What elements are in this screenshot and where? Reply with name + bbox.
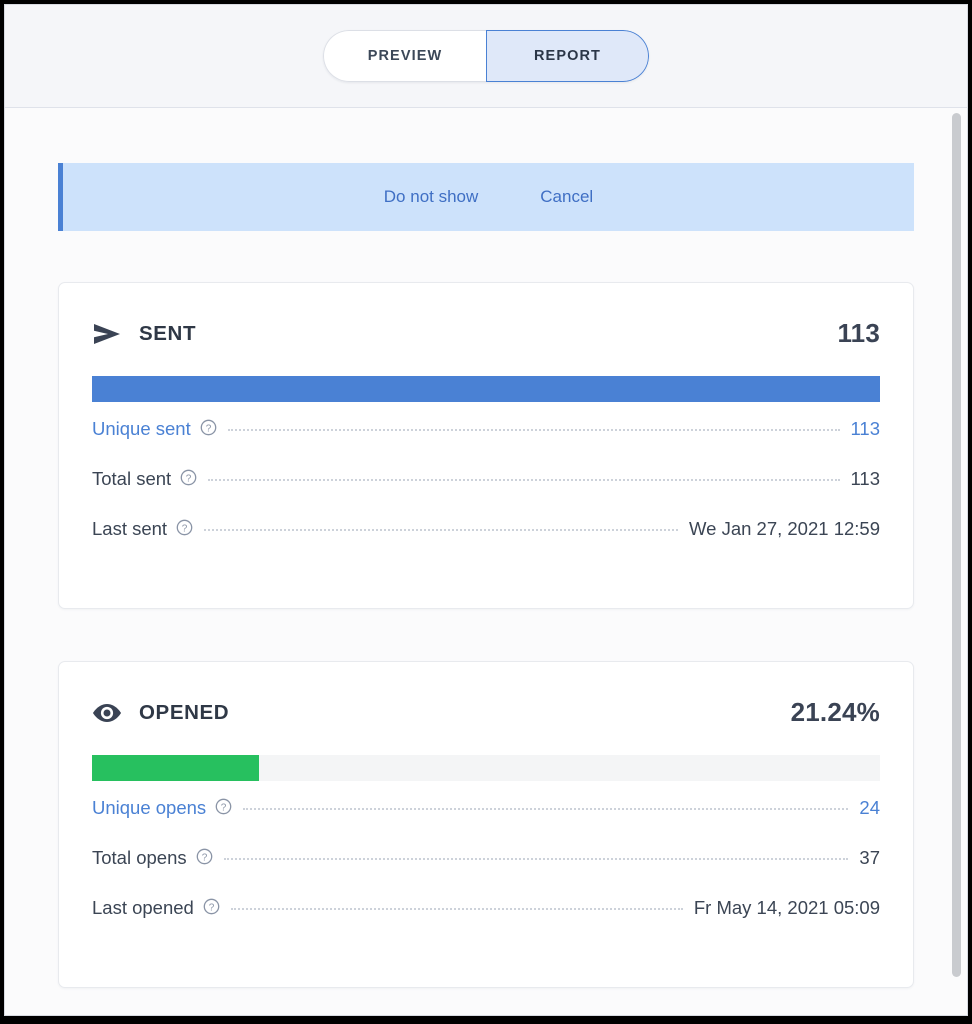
help-icon[interactable]: ?	[200, 419, 217, 436]
do-not-show-button[interactable]: Do not show	[384, 187, 479, 207]
card-title-sent: SENT	[139, 321, 197, 345]
progress-fill-opened	[92, 755, 260, 781]
leader-line	[208, 479, 840, 481]
stat-label-last-opened: Last opened	[92, 897, 194, 918]
app-frame: PREVIEW REPORT Do not show Cancel SENT 1…	[4, 4, 968, 1016]
stat-value-total-opens: 37	[859, 847, 880, 868]
stat-label-total-opens: Total opens	[92, 847, 187, 868]
eye-icon	[92, 698, 122, 728]
stat-label-total-sent: Total sent	[92, 468, 172, 489]
stat-value-last-opened: Fr May 14, 2021 05:09	[693, 897, 880, 918]
stat-row-unique-opens: Unique opens ? 24	[92, 797, 880, 847]
help-icon[interactable]: ?	[215, 798, 232, 815]
help-icon[interactable]: ?	[176, 519, 193, 536]
stat-value-unique-sent: 113	[850, 418, 881, 439]
card-value-opened: 21.24%	[790, 697, 880, 727]
leader-line	[243, 808, 849, 810]
stat-value-unique-opens: 24	[859, 797, 880, 818]
leader-line	[227, 429, 840, 431]
help-icon[interactable]: ?	[203, 898, 220, 915]
stat-value-last-sent: We Jan 27, 2021 12:59	[689, 518, 880, 539]
leader-line	[223, 858, 849, 860]
tab-report[interactable]: REPORT	[486, 30, 649, 82]
stat-row-total-opens: Total opens ? 37	[92, 847, 880, 897]
stat-list-opened: Unique opens ? 24 Total opens ? 37 Last …	[59, 781, 913, 947]
card-header-sent: SENT 113	[59, 283, 913, 349]
svg-text:?: ?	[186, 473, 192, 484]
scrollbar-thumb[interactable]	[952, 113, 961, 977]
stat-row-total-sent: Total sent ? 113	[92, 468, 880, 518]
svg-text:?: ?	[209, 902, 215, 913]
svg-text:?: ?	[205, 423, 211, 434]
vertical-scrollbar[interactable]	[951, 109, 962, 1012]
progress-track-sent	[92, 376, 880, 402]
leader-line	[230, 908, 683, 910]
report-content-scroll-area[interactable]: Do not show Cancel SENT 113 Unique sent	[5, 108, 967, 1015]
stat-label-unique-opens[interactable]: Unique opens	[92, 797, 206, 819]
svg-text:?: ?	[182, 523, 188, 534]
notice-banner: Do not show Cancel	[58, 163, 914, 231]
stat-row-last-sent: Last sent ? We Jan 27, 2021 12:59	[92, 518, 880, 568]
card-value-sent: 113	[837, 318, 880, 348]
metric-card-opened: OPENED 21.24% Unique opens ? 24 Total op…	[58, 661, 914, 988]
view-mode-tab-group: PREVIEW REPORT	[323, 30, 649, 82]
send-icon	[92, 319, 122, 349]
stat-value-total-sent: 113	[850, 468, 881, 489]
card-header-opened: OPENED 21.24%	[59, 662, 913, 728]
stat-label-unique-sent[interactable]: Unique sent	[92, 418, 191, 440]
stat-list-sent: Unique sent ? 113 Total sent ? 113 Last …	[59, 402, 913, 568]
cancel-button[interactable]: Cancel	[540, 187, 593, 207]
header-bar: PREVIEW REPORT	[5, 5, 967, 108]
stat-label-last-sent: Last sent	[92, 518, 168, 539]
svg-text:?: ?	[201, 852, 207, 863]
stat-row-last-opened: Last opened ? Fr May 14, 2021 05:09	[92, 897, 880, 947]
tab-preview[interactable]: PREVIEW	[323, 30, 486, 82]
svg-text:?: ?	[221, 802, 227, 813]
stat-row-unique-sent: Unique sent ? 113	[92, 418, 880, 468]
help-icon[interactable]: ?	[180, 469, 197, 486]
leader-line	[204, 529, 679, 531]
help-icon[interactable]: ?	[196, 848, 213, 865]
metric-card-sent: SENT 113 Unique sent ? 113 Total sent ? …	[58, 282, 914, 609]
card-title-opened: OPENED	[139, 700, 230, 724]
progress-fill-sent	[92, 376, 880, 402]
progress-track-opened	[92, 755, 880, 781]
